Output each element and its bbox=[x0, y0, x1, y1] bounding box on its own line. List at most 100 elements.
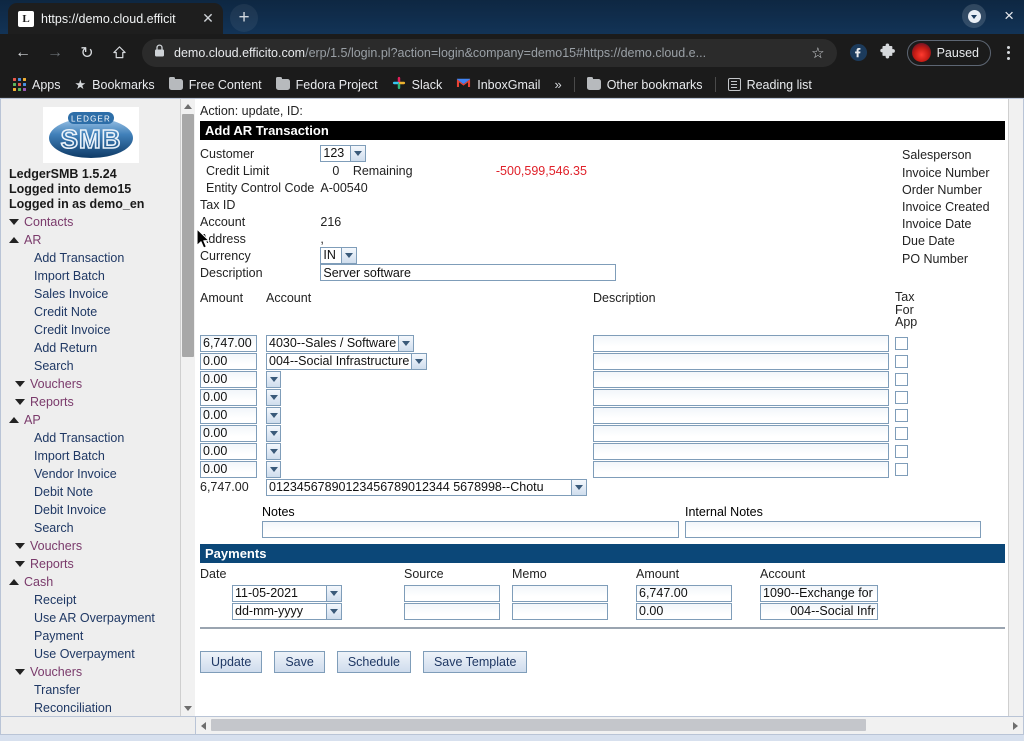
line-item-account-select[interactable]: 004--Social Infrastructure bbox=[266, 352, 428, 370]
sidebar-item-debit-note[interactable]: Debit Note bbox=[1, 483, 180, 501]
schedule-button[interactable]: Schedule bbox=[336, 650, 411, 673]
line-item-account-select[interactable]: 4030--Sales / Software bbox=[266, 334, 415, 352]
chevron-down-icon[interactable] bbox=[350, 146, 366, 162]
bookmark-star-icon[interactable]: ☆ bbox=[811, 44, 824, 62]
chevron-down-icon[interactable] bbox=[326, 585, 341, 601]
sidebar-item-credit-note[interactable]: Credit Note bbox=[1, 303, 180, 321]
line-item-amount-input[interactable] bbox=[200, 352, 257, 370]
reload-icon[interactable]: ↻ bbox=[72, 38, 102, 68]
scroll-up-icon[interactable] bbox=[180, 99, 195, 115]
line-item-account-select[interactable] bbox=[266, 424, 281, 442]
line-item-tax-checkbox[interactable] bbox=[895, 355, 908, 369]
chevron-down-icon[interactable] bbox=[326, 603, 341, 619]
horizontal-scroll-thumb[interactable] bbox=[211, 719, 866, 731]
line-item-description-input[interactable] bbox=[593, 460, 889, 478]
description-input[interactable] bbox=[320, 264, 617, 282]
sidebar-item-search[interactable]: Search bbox=[1, 519, 180, 537]
reading-list-button[interactable]: Reading list bbox=[721, 75, 819, 95]
chevron-down-icon[interactable] bbox=[266, 424, 281, 442]
line-item-description-input[interactable] bbox=[593, 406, 889, 424]
address-bar[interactable]: demo.cloud.efficito.com/erp/1.5/login.pl… bbox=[142, 38, 837, 67]
line-item-tax-checkbox[interactable] bbox=[895, 373, 908, 387]
line-item-account-select[interactable] bbox=[266, 460, 281, 478]
customer-select[interactable]: 123 bbox=[320, 145, 367, 163]
payment-memo-input[interactable] bbox=[512, 602, 608, 620]
bookmark-apps[interactable]: Apps bbox=[6, 75, 68, 95]
bookmark-slack[interactable]: Slack bbox=[385, 73, 450, 96]
payment-date-select[interactable]: dd-mm-yyyy bbox=[232, 602, 342, 620]
sidebar-item-add-transaction[interactable]: Add Transaction bbox=[1, 249, 180, 267]
horizontal-scrollbar[interactable] bbox=[196, 717, 1023, 734]
payment-amount-input[interactable] bbox=[636, 602, 732, 620]
bookmark-bookmarks[interactable]: ★ Bookmarks bbox=[68, 74, 162, 96]
update-button[interactable]: Update bbox=[200, 650, 263, 673]
caret-up-icon[interactable] bbox=[9, 417, 19, 424]
horizontal-scroll-track[interactable] bbox=[211, 717, 1008, 734]
line-item-account-select[interactable] bbox=[266, 442, 281, 460]
chevron-down-icon[interactable] bbox=[266, 388, 281, 406]
browser-tab[interactable]: L https://demo.cloud.efficit ✕ bbox=[8, 3, 223, 35]
puzzle-extension-icon[interactable] bbox=[878, 43, 897, 62]
new-tab-button[interactable]: + bbox=[230, 4, 258, 33]
scroll-right-icon[interactable] bbox=[1008, 717, 1023, 734]
line-item-tax-checkbox[interactable] bbox=[895, 391, 908, 405]
scroll-left-icon[interactable] bbox=[196, 717, 211, 734]
sidebar-item-use-overpayment[interactable]: Use Overpayment bbox=[1, 645, 180, 663]
sidebar-item-debit-invoice[interactable]: Debit Invoice bbox=[1, 501, 180, 519]
internal-notes-input[interactable] bbox=[685, 520, 981, 538]
sidebar-item-reports[interactable]: Reports bbox=[1, 393, 180, 411]
sidebar-item-cash[interactable]: Cash bbox=[1, 573, 180, 591]
save-template-button[interactable]: Save Template bbox=[422, 650, 528, 673]
caret-down-icon[interactable] bbox=[15, 561, 25, 568]
sidebar-item-reconciliation[interactable]: Reconciliation bbox=[1, 699, 180, 716]
save-button[interactable]: Save bbox=[274, 650, 325, 673]
caret-down-icon[interactable] bbox=[15, 399, 25, 406]
chevron-down-icon[interactable] bbox=[411, 353, 427, 369]
payment-source-input[interactable] bbox=[404, 602, 500, 620]
line-item-amount-input[interactable] bbox=[200, 370, 257, 388]
sidebar-item-use-ar-overpayment[interactable]: Use AR Overpayment bbox=[1, 609, 180, 627]
scroll-down-icon[interactable] bbox=[180, 701, 195, 716]
sidebar-item-add-return[interactable]: Add Return bbox=[1, 339, 180, 357]
line-item-amount-input[interactable] bbox=[200, 442, 257, 460]
other-bookmarks-button[interactable]: Other bookmarks bbox=[580, 75, 710, 95]
sidebar-item-credit-invoice[interactable]: Credit Invoice bbox=[1, 321, 180, 339]
notes-input[interactable] bbox=[262, 520, 679, 538]
line-item-amount-input[interactable] bbox=[200, 406, 257, 424]
chevron-down-icon[interactable] bbox=[571, 479, 586, 495]
payment-source-input[interactable] bbox=[404, 584, 500, 602]
payment-amount-input[interactable] bbox=[636, 584, 732, 602]
main-scrollbar[interactable] bbox=[1008, 99, 1023, 716]
line-item-tax-checkbox[interactable] bbox=[895, 337, 908, 351]
profile-paused-button[interactable]: Paused bbox=[906, 39, 991, 66]
forward-icon[interactable]: → bbox=[40, 38, 70, 68]
sidebar-scrollbar[interactable] bbox=[180, 99, 195, 716]
chevron-down-icon[interactable] bbox=[398, 335, 414, 351]
caret-down-icon[interactable] bbox=[15, 543, 25, 550]
caret-up-icon[interactable] bbox=[9, 579, 19, 586]
line-item-amount-input[interactable] bbox=[200, 388, 257, 406]
payment-account-input[interactable] bbox=[760, 602, 878, 620]
sidebar-scroll-thumb[interactable] bbox=[181, 114, 194, 358]
caret-down-icon[interactable] bbox=[15, 381, 25, 388]
line-item-description-input[interactable] bbox=[593, 442, 889, 460]
line-item-amount-input[interactable] bbox=[200, 460, 257, 478]
sidebar-item-sales-invoice[interactable]: Sales Invoice bbox=[1, 285, 180, 303]
line-item-description-input[interactable] bbox=[593, 352, 889, 370]
chevron-down-icon[interactable] bbox=[266, 442, 281, 460]
line-item-description-input[interactable] bbox=[593, 388, 889, 406]
payment-memo-input[interactable] bbox=[512, 584, 608, 602]
sidebar-item-vouchers[interactable]: Vouchers bbox=[1, 537, 180, 555]
browser-menu-icon[interactable] bbox=[1001, 45, 1016, 60]
line-item-account-select[interactable] bbox=[266, 388, 281, 406]
line-item-tax-checkbox[interactable] bbox=[895, 463, 908, 477]
window-close-icon[interactable]: × bbox=[1000, 6, 1018, 26]
tab-close-icon[interactable]: ✕ bbox=[199, 10, 217, 28]
sidebar-item-ar[interactable]: AR bbox=[1, 231, 180, 249]
sidebar-item-import-batch[interactable]: Import Batch bbox=[1, 267, 180, 285]
sidebar-item-search[interactable]: Search bbox=[1, 357, 180, 375]
line-item-amount-input[interactable] bbox=[200, 424, 257, 442]
sidebar-item-import-batch[interactable]: Import Batch bbox=[1, 447, 180, 465]
bookmark-free-content[interactable]: Free Content bbox=[162, 75, 269, 95]
line-item-description-input[interactable] bbox=[593, 424, 889, 442]
